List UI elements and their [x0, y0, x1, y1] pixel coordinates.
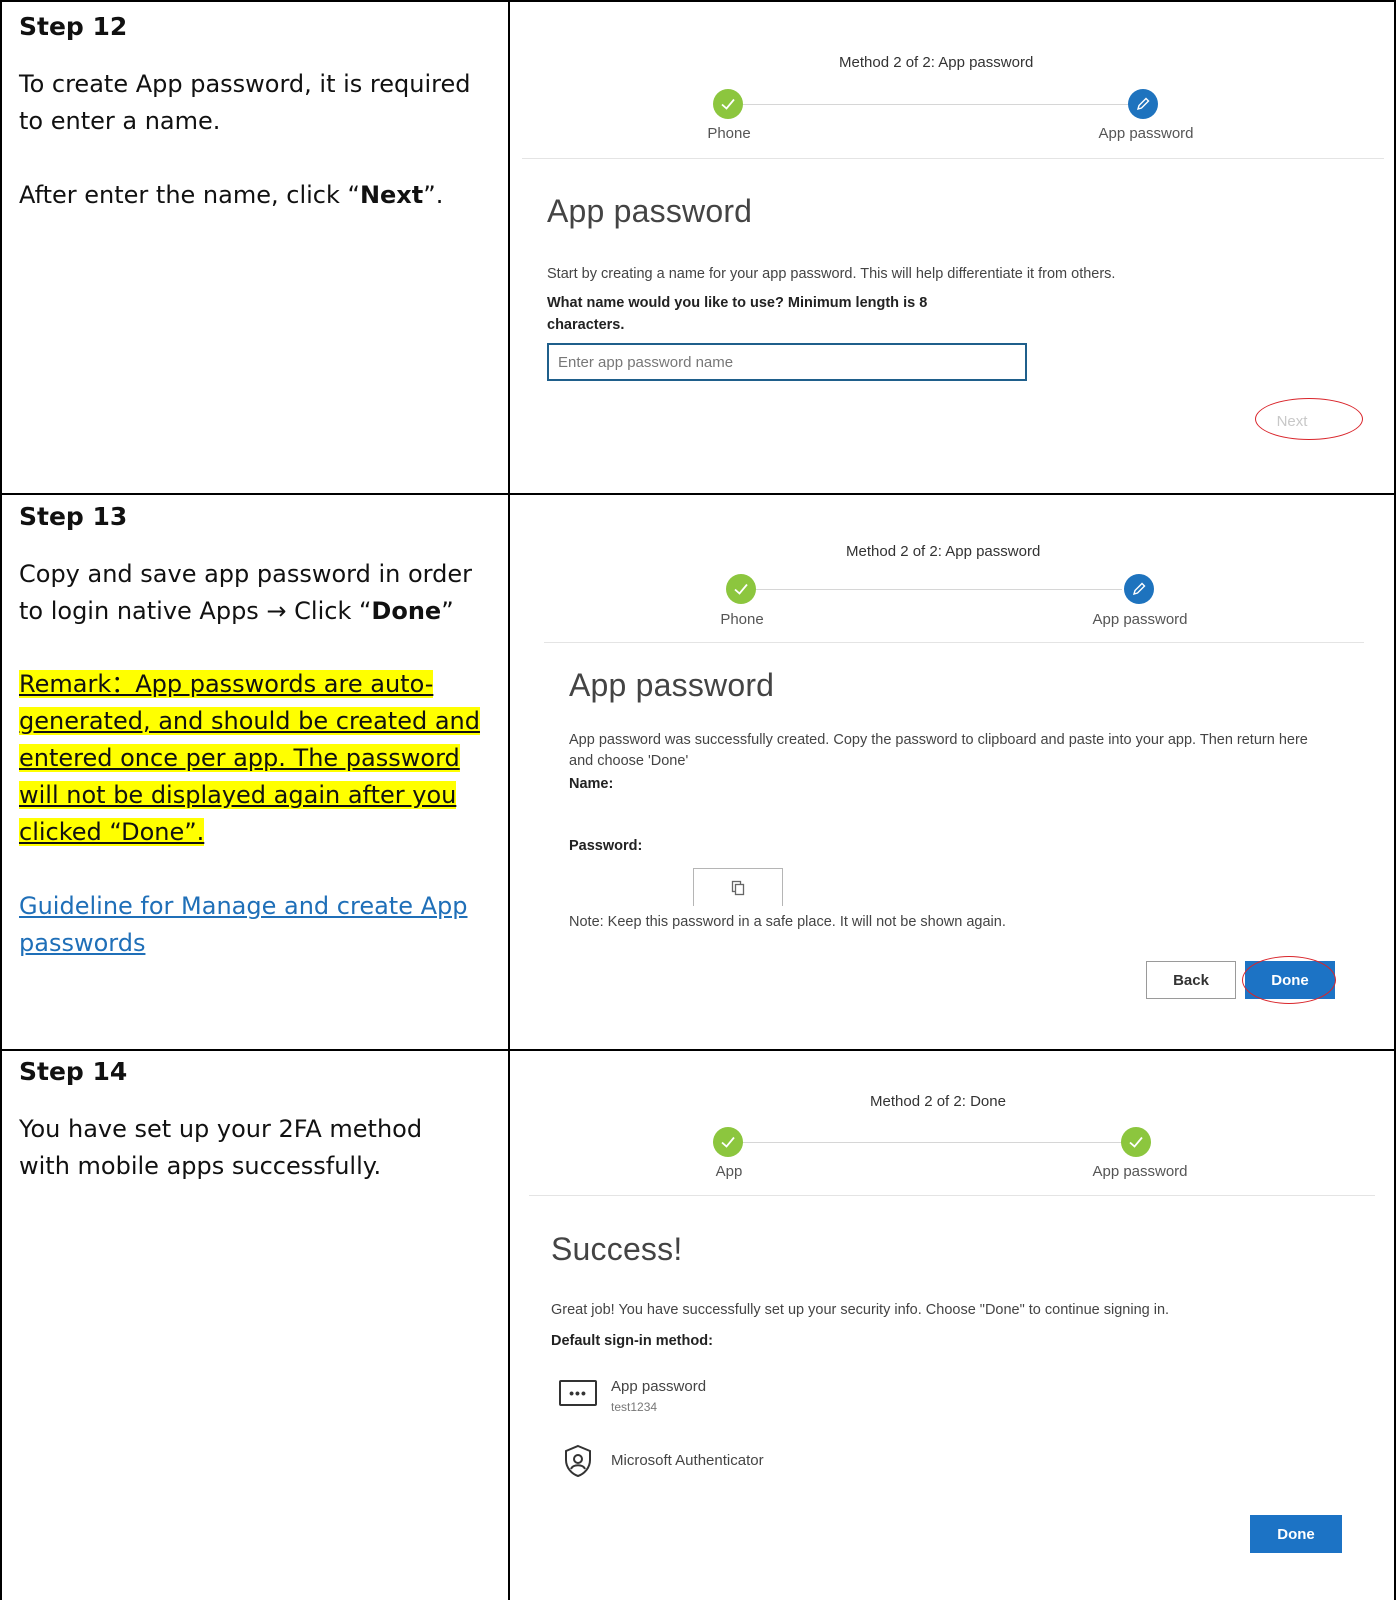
step12-title: Step 12 [19, 12, 128, 41]
name-question: What name would you like to use? Minimum… [547, 295, 928, 333]
method-app-password-value: test1234 [611, 1400, 658, 1414]
pencil-icon [1124, 574, 1154, 604]
done-button[interactable]: Done [1245, 961, 1335, 999]
page-heading: Success! [551, 1231, 683, 1267]
step14-title: Step 14 [19, 1057, 128, 1086]
copy-password-button[interactable] [693, 868, 783, 906]
step14-screenshot: Method 2 of 2: Done App App password Suc… [510, 1051, 1394, 1600]
note-text: Note: Keep this password in a safe place… [569, 914, 1006, 930]
progress-track [742, 589, 1122, 590]
description-text: Start by creating a name for your app pa… [547, 266, 1116, 282]
table-border-left [0, 0, 2, 1600]
progress-track [730, 1142, 1122, 1143]
copy-icon [731, 880, 745, 895]
method-app-password-name: App password [611, 1378, 707, 1395]
progress-step-phone: Phone [707, 125, 751, 142]
step13-screenshot: Method 2 of 2: App password Phone App pa… [510, 495, 1394, 1049]
page-heading: App password [569, 667, 775, 703]
progress-step-app-password: App password [1092, 611, 1188, 628]
check-icon [726, 574, 756, 604]
default-method-label: Default sign-in method: [551, 1333, 713, 1349]
progress-step-app: App [715, 1163, 743, 1180]
step13-text-1: Copy and save app password in order to l… [19, 560, 472, 625]
header-separator [544, 642, 1364, 643]
progress-step-app-password: App password [1092, 1163, 1188, 1180]
app-password-name-field[interactable] [558, 353, 1016, 371]
authenticator-icon [562, 1444, 594, 1478]
method-title: Method 2 of 2: Done [870, 1093, 1006, 1110]
step14-instructions: Step 14 You have set up your 2FA method … [19, 1057, 489, 1185]
method-title: Method 2 of 2: App password [839, 54, 1034, 71]
step12-instructions: Step 12 To create App password, it is re… [19, 12, 489, 214]
name-label: Name: [569, 776, 614, 792]
step12-text-1: To create App password, it is required t… [19, 70, 471, 135]
password-dots-icon: ••• [559, 1380, 597, 1406]
check-icon [713, 1127, 743, 1157]
done-button[interactable]: Done [1250, 1515, 1342, 1553]
step12-text-2: After enter the name, click “Next”. [19, 181, 444, 209]
method-title: Method 2 of 2: App password [846, 543, 1041, 560]
step13-remark: Remark：App passwords are auto-generated,… [19, 666, 489, 851]
page-heading: App password [547, 193, 753, 229]
pencil-icon [1128, 89, 1158, 119]
back-button[interactable]: Back [1146, 961, 1236, 999]
instruction-table: Step 12 To create App password, it is re… [0, 0, 1396, 1600]
header-separator [522, 158, 1384, 159]
progress-step-phone: Phone [720, 611, 764, 628]
progress-track [730, 104, 1130, 105]
step12-screenshot: Method 2 of 2: App password Phone App pa… [510, 2, 1394, 493]
app-password-name-input[interactable] [547, 343, 1027, 381]
description-text: Great job! You have successfully set up … [551, 1302, 1170, 1318]
step12-next-keyword: Next [359, 181, 424, 209]
description-text: App password was successfully created. C… [569, 732, 1308, 769]
guideline-link[interactable]: Guideline for Manage and create App pass… [19, 892, 468, 957]
next-button[interactable]: Next [1250, 400, 1334, 442]
remark-highlight: Remark：App passwords are auto-generated,… [19, 670, 480, 846]
header-separator [529, 1195, 1375, 1196]
check-icon [1121, 1127, 1151, 1157]
progress-step-app-password: App password [1098, 125, 1194, 142]
step14-text-1: You have set up your 2FA method with mob… [19, 1115, 423, 1180]
step13-link-wrap: Guideline for Manage and create App pass… [19, 888, 489, 962]
password-label: Password: [569, 838, 643, 854]
check-icon [713, 89, 743, 119]
method-authenticator-name: Microsoft Authenticator [611, 1452, 764, 1469]
step13-instructions: Step 13 Copy and save app password in or… [19, 502, 489, 962]
step13-title: Step 13 [19, 502, 128, 531]
step13-done-keyword: Done [371, 597, 442, 625]
